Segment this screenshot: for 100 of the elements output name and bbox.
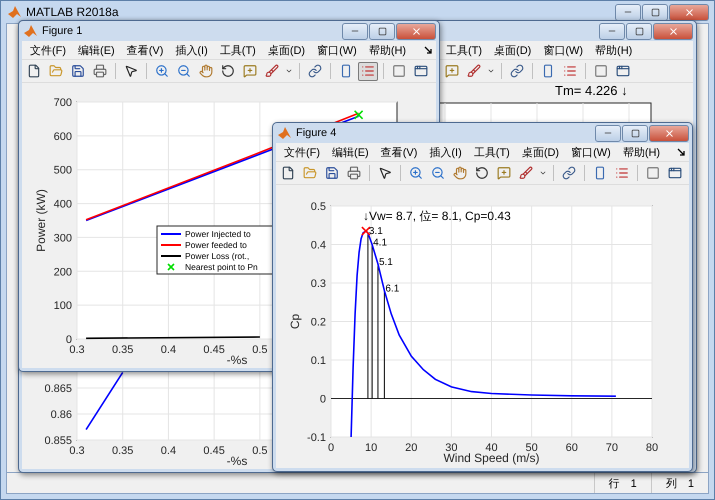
restore-icon [378, 26, 386, 36]
tick-label: 60 [566, 442, 578, 454]
open-folder-icon [303, 166, 317, 180]
new-file-icon [27, 64, 41, 78]
restore-icon [634, 26, 644, 36]
tick-label: 600 [54, 130, 72, 143]
restore-button[interactable] [642, 4, 668, 20]
tick-label: 0.865 [44, 383, 72, 395]
link-icon [510, 64, 524, 78]
new-file-icon [281, 166, 295, 180]
menu-item[interactable]: 插入(I) [423, 144, 468, 160]
restore-icon [650, 8, 660, 16]
matlab-logo-icon [24, 25, 37, 37]
tick-label: 400 [54, 198, 72, 211]
tick-label: 0 [66, 334, 72, 346]
tick-label: 300 [54, 232, 72, 244]
close-button[interactable] [653, 22, 693, 40]
menu-item[interactable]: 窗口(W) [565, 144, 617, 160]
restore-button[interactable] [622, 124, 648, 142]
tick-label: 500 [54, 164, 72, 177]
legend-marker-icon [167, 263, 175, 271]
menu-item[interactable]: 桌面(D) [488, 42, 538, 58]
window-title: Figure 1 [42, 25, 82, 37]
menu-item[interactable]: 工具(T) [468, 144, 516, 160]
tick-label: 0.3 [69, 344, 85, 356]
tick-label: 200 [54, 266, 72, 278]
legend-label: Power Loss (rot., [185, 251, 250, 261]
restore-button[interactable] [626, 22, 652, 40]
close-icon [684, 6, 694, 18]
tick-label: 0.45 [203, 344, 225, 356]
legend-line-icon [161, 233, 181, 235]
menu-item[interactable]: 插入(I) [169, 42, 214, 58]
menu-item[interactable]: 窗口(W) [537, 42, 590, 58]
menu-item[interactable]: 文件(F) [278, 144, 326, 160]
menu-item[interactable]: 帮助(H) [616, 144, 666, 160]
menu-item[interactable]: 帮助(H) [362, 42, 412, 58]
close-button[interactable] [396, 22, 436, 40]
legend-button[interactable] [358, 62, 378, 80]
restore-button[interactable] [369, 22, 395, 40]
tick-label: 0.855 [44, 435, 72, 447]
tick-label: 0.4 [160, 445, 176, 457]
menu-item[interactable]: 窗口(W) [311, 42, 363, 58]
close-button[interactable] [669, 4, 709, 20]
menu-item[interactable]: 工具(T) [214, 42, 262, 58]
rotate-icon [475, 166, 489, 180]
close-button[interactable] [649, 124, 689, 142]
tick-label: 0.3 [310, 278, 326, 290]
menu-item[interactable]: 桌面(D) [516, 144, 566, 160]
matlab-logo-icon [278, 127, 291, 139]
pointer-icon [124, 64, 138, 78]
legend-label: Power Injected to [185, 229, 251, 239]
panel-icon [414, 64, 428, 78]
legend-label: Power feeded to [185, 240, 247, 250]
axis-label: Cp [288, 314, 302, 330]
axis-label: -%s [226, 353, 248, 367]
axis-label: -%s [226, 454, 248, 468]
menu-item[interactable]: 帮助(H) [589, 42, 638, 58]
save-icon [325, 166, 339, 180]
minimize-button[interactable] [615, 4, 641, 20]
brush-icon [519, 166, 533, 180]
tick-label: 100 [54, 300, 72, 312]
pan-hand-icon [199, 64, 213, 78]
save-icon [71, 64, 85, 78]
brush-icon [467, 64, 481, 78]
tick-label: 0 [320, 394, 326, 406]
restore-icon [630, 128, 640, 138]
legend-line-icon [161, 244, 181, 246]
tick-label: 30 [445, 442, 458, 454]
tick-label: 80 [646, 442, 658, 454]
square-icon [594, 64, 608, 78]
data-cursor-icon [445, 64, 459, 78]
colorbar-icon [593, 166, 607, 180]
tick-label: 0.2 [310, 316, 326, 328]
menu-item[interactable]: 查看(V) [374, 144, 424, 160]
link-icon [562, 166, 576, 180]
print-icon [347, 166, 361, 180]
tick-label: 0.35 [112, 445, 134, 457]
tick-label: 0.4 [310, 240, 326, 252]
window-title: MATLAB R2018a [26, 5, 118, 19]
tick-label: 0.4 [160, 344, 176, 356]
pan-hand-icon [453, 166, 467, 180]
menu-item[interactable]: 工具(T) [440, 42, 488, 58]
data-cursor-icon [497, 166, 511, 180]
tick-label: 0.5 [252, 344, 268, 356]
tick-label: 0.5 [252, 445, 268, 457]
x-marker [361, 226, 371, 236]
tick-label: 0.5 [310, 201, 326, 213]
dock-arrow-icon [677, 148, 685, 156]
menu-item[interactable]: 编辑(E) [72, 42, 121, 58]
data-label: 5.1 [378, 256, 393, 268]
menu-item[interactable]: 查看(V) [120, 42, 170, 58]
data-label: 6.1 [385, 284, 400, 295]
menu-item[interactable]: 桌面(D) [262, 42, 312, 58]
axis-label: Wind Speed (m/s) [443, 451, 540, 465]
tick-label: 0.35 [112, 344, 134, 356]
tick-label: -0.1 [307, 432, 326, 444]
axis-label: Power (kW) [34, 189, 48, 252]
menu-item[interactable]: 编辑(E) [326, 144, 375, 160]
window-title: Figure 4 [296, 127, 336, 139]
menu-item[interactable]: 文件(F) [24, 42, 72, 58]
